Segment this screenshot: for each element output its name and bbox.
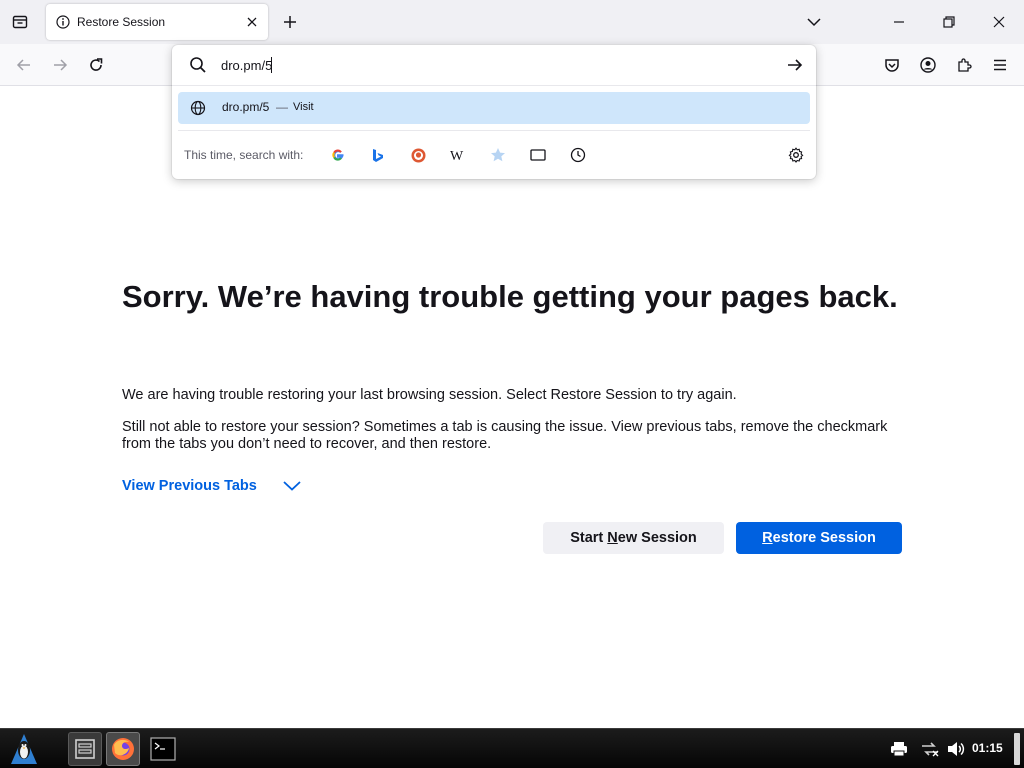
accesskey-letter: N bbox=[607, 530, 618, 546]
urlbar bbox=[172, 45, 816, 85]
accesskey-letter: R bbox=[762, 530, 773, 546]
go-button[interactable] bbox=[784, 55, 806, 75]
page-title: Sorry. We’re having trouble getting your… bbox=[122, 279, 898, 314]
file-manager-icon bbox=[75, 739, 95, 759]
search-engine-duckduckgo[interactable] bbox=[407, 144, 429, 166]
chevron-down-icon bbox=[807, 18, 821, 27]
plus-icon bbox=[284, 16, 296, 28]
volume-icon bbox=[948, 742, 965, 756]
taskbar-firefox[interactable] bbox=[106, 732, 140, 766]
app-menu-button[interactable] bbox=[986, 51, 1014, 79]
close-tab-button[interactable] bbox=[240, 10, 264, 34]
firefox-view-icon bbox=[12, 15, 28, 29]
text-caret bbox=[271, 57, 272, 73]
account-icon bbox=[920, 57, 936, 73]
view-previous-tabs-label: View Previous Tabs bbox=[122, 478, 257, 494]
wikipedia-icon: W bbox=[450, 149, 464, 161]
tab-title: Restore Session bbox=[77, 15, 166, 29]
button-label-suffix: estore Session bbox=[772, 530, 876, 546]
view-previous-tabs-toggle[interactable]: View Previous Tabs bbox=[122, 476, 301, 496]
search-with-label: This time, search with: bbox=[184, 148, 304, 162]
forward-button[interactable] bbox=[46, 51, 74, 79]
printer-icon bbox=[891, 742, 907, 757]
chevron-down-icon bbox=[283, 480, 301, 492]
bookmarks-star-icon bbox=[491, 148, 505, 162]
globe-icon bbox=[190, 100, 206, 116]
restore-down-icon bbox=[943, 16, 955, 28]
new-tab-button[interactable] bbox=[276, 8, 304, 36]
minimize-window-button[interactable] bbox=[874, 0, 924, 44]
reload-button[interactable] bbox=[82, 51, 110, 79]
list-all-tabs-button[interactable] bbox=[800, 8, 828, 36]
arrow-right-icon bbox=[54, 59, 68, 71]
account-button[interactable] bbox=[914, 51, 942, 79]
pocket-icon bbox=[885, 59, 899, 72]
suggestion-action: Visit bbox=[293, 101, 314, 113]
clock[interactable]: 01:15 bbox=[972, 741, 1003, 755]
divider bbox=[172, 85, 816, 86]
arrow-right-icon bbox=[788, 59, 803, 71]
start-new-session-button[interactable]: Start New Session bbox=[543, 522, 724, 554]
arrow-left-icon bbox=[16, 59, 30, 71]
network-tray-icon[interactable] bbox=[920, 739, 940, 759]
desktop: Restore Session dro.pm/5 dro.pm/5 — Visi… bbox=[0, 0, 1024, 768]
search-settings-button[interactable] bbox=[785, 144, 807, 166]
firefox-icon bbox=[112, 738, 134, 760]
restore-session-button[interactable]: Restore Session bbox=[736, 522, 902, 554]
suggestion-separator: — bbox=[276, 100, 288, 114]
tab-restore-session[interactable]: Restore Session bbox=[46, 4, 268, 40]
restore-help-text: Still not able to restore your session? … bbox=[122, 419, 888, 452]
search-engine-google[interactable] bbox=[327, 144, 349, 166]
close-window-button[interactable] bbox=[974, 0, 1024, 44]
tab-strip: Restore Session bbox=[0, 0, 1024, 44]
back-button[interactable] bbox=[10, 51, 38, 79]
search-engine-wikipedia[interactable]: W bbox=[447, 144, 469, 166]
taskbar-file-manager[interactable] bbox=[68, 732, 102, 766]
volume-tray-icon[interactable] bbox=[946, 739, 966, 759]
show-desktop-button[interactable] bbox=[1014, 733, 1020, 765]
button-label-prefix: Start bbox=[570, 530, 608, 546]
taskbar-terminal[interactable] bbox=[146, 732, 180, 766]
url-suggestion[interactable]: dro.pm/5 — Visit bbox=[178, 92, 810, 124]
taskbar: 01:15 bbox=[0, 728, 1024, 768]
search-tabs[interactable] bbox=[527, 144, 549, 166]
urlbar-dropdown: dro.pm/5 — Visit This time, search with:… bbox=[172, 45, 816, 179]
firefox-view-button[interactable] bbox=[6, 8, 34, 36]
history-clock-icon bbox=[570, 147, 586, 163]
close-icon bbox=[993, 16, 1005, 28]
printer-tray-icon[interactable] bbox=[889, 739, 909, 759]
search-bookmarks[interactable] bbox=[487, 144, 509, 166]
google-icon bbox=[332, 149, 344, 161]
puzzle-icon bbox=[958, 58, 972, 72]
button-label-suffix: ew Session bbox=[617, 530, 697, 546]
url-input[interactable] bbox=[221, 55, 761, 75]
tabs-icon bbox=[530, 149, 546, 161]
duckduckgo-icon bbox=[411, 148, 425, 162]
divider bbox=[178, 130, 810, 131]
search-history[interactable] bbox=[567, 144, 589, 166]
pocket-button[interactable] bbox=[878, 51, 906, 79]
gear-icon bbox=[788, 147, 804, 163]
extensions-button[interactable] bbox=[950, 51, 978, 79]
suggestion-title: dro.pm/5 bbox=[222, 100, 270, 114]
restore-info-text: We are having trouble restoring your las… bbox=[122, 387, 737, 403]
svg-text:W: W bbox=[450, 149, 464, 161]
start-menu-button[interactable] bbox=[4, 731, 44, 767]
hamburger-icon bbox=[994, 59, 1006, 71]
network-disconnected-icon bbox=[922, 742, 939, 757]
search-engine-bing[interactable] bbox=[367, 144, 389, 166]
reload-icon bbox=[90, 58, 103, 71]
close-icon bbox=[247, 17, 257, 27]
minimize-icon bbox=[894, 21, 904, 23]
bing-icon bbox=[373, 148, 383, 162]
search-icon bbox=[190, 57, 206, 73]
restore-window-button[interactable] bbox=[924, 0, 974, 44]
terminal-icon bbox=[150, 737, 176, 761]
info-icon bbox=[55, 14, 71, 30]
penguin-logo-icon bbox=[11, 734, 37, 764]
